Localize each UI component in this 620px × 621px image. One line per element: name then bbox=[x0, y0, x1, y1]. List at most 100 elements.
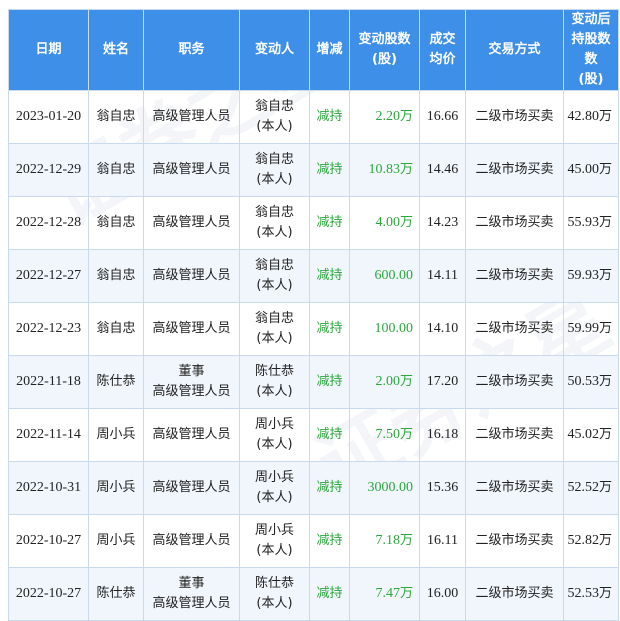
holding-value: 52.82 bbox=[567, 533, 599, 548]
changer-name: 翁自忠 bbox=[254, 205, 294, 220]
header-shares: 变动股数 (股) bbox=[349, 9, 420, 91]
cell-name: 翁自忠 bbox=[88, 249, 144, 303]
table-row: 2022-12-23 翁自忠 高级管理人员 翁自忠 (本人) 减持 100.00 14.10 二… bbox=[8, 302, 619, 356]
changer-name: 翁自忠 bbox=[254, 311, 294, 326]
header-price: 成交 均价 bbox=[419, 9, 466, 91]
shares-unit: 万 bbox=[399, 586, 413, 601]
cell-date: 2022-11-18 bbox=[8, 355, 89, 409]
holding-unit: 万 bbox=[598, 427, 612, 442]
holding-value: 50.53 bbox=[567, 374, 599, 389]
changer-name: 周小兵 bbox=[254, 417, 294, 432]
position-line1: 高级管理人员 bbox=[152, 215, 231, 230]
insider-trade-table: 日期 姓名 职务 变动人 增减 变动股数 (股) 成交 均价 交易方式 变动后 持股数… bbox=[8, 9, 619, 621]
shares-value: 3000.00 bbox=[367, 480, 414, 495]
cell-holding: 45.02万 bbox=[563, 408, 619, 462]
cell-changer: 翁自忠 (本人) bbox=[239, 196, 310, 250]
holding-unit: 万 bbox=[598, 480, 612, 495]
changer-relation: (本人) bbox=[256, 278, 293, 293]
cell-shares: 3000.00 bbox=[349, 461, 420, 515]
cell-date: 2022-12-27 bbox=[8, 249, 89, 303]
header-changer: 变动人 bbox=[239, 9, 310, 91]
cell-method: 二级市场买卖 bbox=[465, 302, 564, 356]
cell-shares: 100.00 bbox=[349, 302, 420, 356]
cell-position: 高级管理人员 bbox=[143, 249, 240, 303]
cell-method: 二级市场买卖 bbox=[465, 90, 564, 144]
cell-method: 二级市场买卖 bbox=[465, 355, 564, 409]
cell-changer: 翁自忠 (本人) bbox=[239, 302, 310, 356]
header-holding: 变动后 持股数数 (股) bbox=[563, 9, 619, 91]
table-row: 2022-12-28 翁自忠 高级管理人员 翁自忠 (本人) 减持 4.00万 14.23 二级… bbox=[8, 196, 619, 250]
position-line1: 董事 bbox=[178, 364, 205, 379]
cell-direction: 减持 bbox=[309, 302, 350, 356]
holding-unit: 万 bbox=[598, 533, 612, 548]
shares-unit: 万 bbox=[399, 427, 413, 442]
cell-changer: 周小兵 (本人) bbox=[239, 408, 310, 462]
position-line1: 高级管理人员 bbox=[152, 162, 231, 177]
cell-method: 二级市场买卖 bbox=[465, 143, 564, 197]
holding-unit: 万 bbox=[598, 162, 612, 177]
cell-direction: 减持 bbox=[309, 90, 350, 144]
changer-name: 周小兵 bbox=[254, 470, 294, 485]
changer-relation: (本人) bbox=[256, 172, 293, 187]
cell-direction: 减持 bbox=[309, 249, 350, 303]
table-body: 2023-01-20 翁自忠 高级管理人员 翁自忠 (本人) 减持 2.20万 16.66 二级… bbox=[8, 90, 619, 621]
position-line2: 高级管理人员 bbox=[152, 596, 231, 611]
cell-method: 二级市场买卖 bbox=[465, 408, 564, 462]
cell-position: 高级管理人员 bbox=[143, 514, 240, 568]
cell-direction: 减持 bbox=[309, 143, 350, 197]
cell-method: 二级市场买卖 bbox=[465, 461, 564, 515]
table-row: 2022-11-14 周小兵 高级管理人员 周小兵 (本人) 减持 7.50万 16.18 二级… bbox=[8, 408, 619, 462]
changer-relation: (本人) bbox=[256, 596, 293, 611]
cell-direction: 减持 bbox=[309, 514, 350, 568]
position-line1: 高级管理人员 bbox=[152, 480, 231, 495]
shares-unit: 万 bbox=[399, 533, 413, 548]
cell-holding: 55.93万 bbox=[563, 196, 619, 250]
position-line1: 高级管理人员 bbox=[152, 109, 231, 124]
cell-holding: 52.82万 bbox=[563, 514, 619, 568]
shares-unit: 万 bbox=[399, 109, 413, 124]
cell-price: 16.66 bbox=[419, 90, 466, 144]
cell-holding: 50.53万 bbox=[563, 355, 619, 409]
table-header-row: 日期 姓名 职务 变动人 增减 变动股数 (股) 成交 均价 交易方式 变动后 持股数… bbox=[8, 9, 619, 91]
holding-unit: 万 bbox=[598, 374, 612, 389]
cell-holding: 42.80万 bbox=[563, 90, 619, 144]
changer-name: 翁自忠 bbox=[254, 258, 294, 273]
insider-trade-table-wrapper: 日期 姓名 职务 变动人 增减 变动股数 (股) 成交 均价 交易方式 变动后 持股数… bbox=[8, 9, 619, 621]
cell-date: 2022-11-14 bbox=[8, 408, 89, 462]
holding-unit: 万 bbox=[598, 109, 612, 124]
cell-date: 2022-10-27 bbox=[8, 514, 89, 568]
changer-relation: (本人) bbox=[256, 331, 293, 346]
cell-name: 周小兵 bbox=[88, 514, 144, 568]
cell-price: 16.00 bbox=[419, 567, 466, 621]
cell-position: 董事 高级管理人员 bbox=[143, 567, 240, 621]
table-row: 2023-01-20 翁自忠 高级管理人员 翁自忠 (本人) 减持 2.20万 16.66 二级… bbox=[8, 90, 619, 144]
cell-direction: 减持 bbox=[309, 461, 350, 515]
cell-position: 高级管理人员 bbox=[143, 90, 240, 144]
changer-name: 翁自忠 bbox=[254, 152, 294, 167]
cell-changer: 翁自忠 (本人) bbox=[239, 90, 310, 144]
cell-date: 2022-10-27 bbox=[8, 567, 89, 621]
shares-value: 600.00 bbox=[374, 268, 414, 283]
table-row: 2022-10-27 周小兵 高级管理人员 周小兵 (本人) 减持 7.18万 16.11 二级… bbox=[8, 514, 619, 568]
cell-shares: 10.83万 bbox=[349, 143, 420, 197]
cell-position: 高级管理人员 bbox=[143, 302, 240, 356]
cell-changer: 陈仕恭 (本人) bbox=[239, 567, 310, 621]
changer-name: 周小兵 bbox=[254, 523, 294, 538]
cell-holding: 52.53万 bbox=[563, 567, 619, 621]
holding-value: 42.80 bbox=[567, 109, 599, 124]
holding-value: 45.00 bbox=[567, 162, 599, 177]
cell-shares: 4.00万 bbox=[349, 196, 420, 250]
position-line1: 高级管理人员 bbox=[152, 533, 231, 548]
shares-unit: 万 bbox=[399, 215, 413, 230]
shares-value: 10.83 bbox=[368, 162, 400, 177]
holding-value: 55.93 bbox=[567, 215, 599, 230]
cell-shares: 7.50万 bbox=[349, 408, 420, 462]
cell-shares: 2.20万 bbox=[349, 90, 420, 144]
cell-price: 16.18 bbox=[419, 408, 466, 462]
cell-shares: 7.47万 bbox=[349, 567, 420, 621]
cell-name: 翁自忠 bbox=[88, 196, 144, 250]
position-line1: 高级管理人员 bbox=[152, 268, 231, 283]
cell-direction: 减持 bbox=[309, 355, 350, 409]
shares-value: 7.18 bbox=[375, 533, 400, 548]
cell-changer: 陈仕恭 (本人) bbox=[239, 355, 310, 409]
